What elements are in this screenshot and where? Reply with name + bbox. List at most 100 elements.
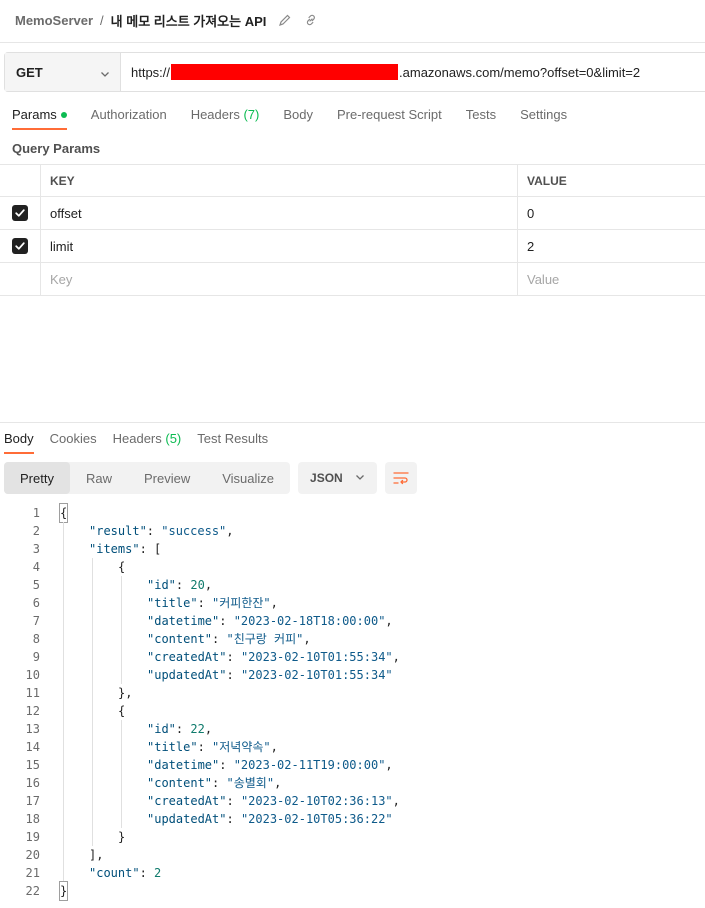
code-line: 9 "createdAt": "2023-02-10T01:55:34", — [0, 648, 705, 666]
indent-guide — [92, 792, 93, 810]
code-token: { — [118, 704, 126, 718]
response-tab-label: Body — [4, 431, 34, 446]
tab-count-badge: (7) — [243, 107, 260, 122]
response-tab-body[interactable]: Body — [4, 428, 34, 454]
params-row: limit 2 — [0, 230, 705, 263]
wrap-lines-icon — [393, 472, 409, 485]
response-tab-label: Headers — [112, 431, 162, 446]
indent-guide — [92, 774, 93, 792]
code-token: } — [60, 884, 68, 898]
code-text: "id": 20, — [147, 576, 212, 594]
param-key-input[interactable]: offset — [41, 197, 518, 229]
code-token: , — [204, 722, 213, 736]
method-select[interactable]: GET — [5, 53, 121, 91]
code-token: "송별회" — [226, 776, 275, 790]
view-mode-raw[interactable]: Raw — [70, 462, 128, 494]
code-text: "result": "success", — [89, 522, 234, 540]
indent-guide — [63, 666, 64, 684]
indent-guide — [121, 792, 122, 810]
indent-guide — [121, 612, 122, 630]
code-token: : — [146, 524, 162, 538]
code-token: : — [139, 866, 155, 880]
line-number: 2 — [32, 524, 40, 538]
code-token: : — [219, 614, 234, 628]
view-mode-visualize[interactable]: Visualize — [206, 462, 290, 494]
breadcrumb-collection[interactable]: MemoServer — [15, 13, 93, 28]
response-tab-label: Test Results — [197, 431, 269, 446]
code-token: : — [226, 794, 241, 808]
indent-guide — [92, 720, 93, 738]
response-tab-label: Cookies — [49, 431, 97, 446]
tab-pre-request-script[interactable]: Pre-request Script — [337, 104, 442, 130]
response-tab-headers[interactable]: Headers (5) — [113, 428, 182, 454]
code-line: 6 "title": "커피한잔", — [0, 594, 705, 612]
indent-guide — [92, 630, 93, 648]
code-token: , — [392, 794, 400, 808]
request-tabs: Params Authorization Headers (7) Body Pre-re… — [0, 104, 591, 130]
tab-authorization[interactable]: Authorization — [91, 104, 167, 130]
code-text: ], — [89, 846, 103, 864]
code-token: "저녁약속" — [212, 740, 271, 754]
pane-divider[interactable] — [0, 422, 705, 423]
code-token: , — [303, 632, 311, 646]
code-token: , — [204, 578, 213, 592]
response-tab-test-results[interactable]: Test Results — [197, 428, 268, 454]
code-text: { — [118, 558, 125, 576]
param-value-input[interactable]: 2 — [518, 230, 705, 262]
response-body-code[interactable]: 1{2 "result": "success", 3 "items": [4{5 "id… — [0, 503, 705, 901]
indent-guide — [63, 774, 64, 792]
url-suffix: .amazonaws.com/memo?offset=0&limit=2 — [399, 64, 641, 80]
code-token: : — [226, 650, 241, 664]
code-line: 13 "id": 22, — [0, 720, 705, 738]
view-mode-pretty[interactable]: Pretty — [4, 462, 70, 494]
line-number: 10 — [25, 668, 40, 682]
format-select[interactable]: JSON — [298, 462, 377, 494]
link-icon[interactable] — [304, 13, 318, 27]
code-token: "result" — [89, 524, 147, 538]
code-token: "datetime" — [147, 614, 220, 628]
query-params-table: KEY VALUE offset 0 limit 2 Key Value — [0, 164, 705, 296]
param-checkbox-cell — [0, 197, 41, 229]
response-tab-cookies[interactable]: Cookies — [50, 428, 97, 454]
code-token: "2023-02-10T05:36:22" — [240, 812, 393, 826]
request-title-bar: MemoServer / 내 메모 리스트 가져오는 API — [0, 0, 705, 40]
indent-guide — [63, 810, 64, 828]
code-token: : — [219, 758, 234, 772]
new-row-checkbox-cell — [0, 263, 41, 295]
code-line: 7 "datetime": "2023-02-18T18:00:00", — [0, 612, 705, 630]
tab-body[interactable]: Body — [283, 104, 313, 130]
wrap-lines-button[interactable] — [384, 462, 417, 494]
line-number: 21 — [25, 866, 40, 880]
tab-headers[interactable]: Headers (7) — [191, 104, 260, 130]
code-text: "content": "친구랑 커피", — [147, 630, 311, 648]
code-token: , — [392, 650, 400, 664]
tab-settings[interactable]: Settings — [520, 104, 567, 130]
new-value-input[interactable]: Value — [518, 263, 705, 295]
code-token: : — [212, 632, 227, 646]
line-number: 9 — [32, 650, 40, 664]
pencil-icon[interactable] — [278, 13, 292, 27]
code-token: "title" — [147, 596, 198, 610]
header-checkbox-cell — [0, 165, 41, 196]
view-mode-group: Pretty Raw Preview Visualize — [4, 462, 291, 494]
code-token: 20 — [190, 578, 205, 592]
indent-guide — [63, 702, 64, 720]
param-value-input[interactable]: 0 — [518, 197, 705, 229]
code-text: "createdAt": "2023-02-10T01:55:34", — [147, 648, 400, 666]
code-token: : — [197, 740, 213, 754]
code-line: 21 "count": 2 — [0, 864, 705, 882]
url-input[interactable]: https:// .amazonaws.com/memo?offset=0&li… — [121, 53, 640, 91]
param-key-input[interactable]: limit — [41, 230, 518, 262]
code-token: { — [60, 506, 68, 520]
code-token: , — [270, 740, 278, 754]
param-checkbox[interactable] — [12, 205, 28, 221]
code-token: , — [274, 776, 282, 790]
new-key-input[interactable]: Key — [41, 263, 518, 295]
code-token: "datetime" — [147, 758, 220, 772]
request-name[interactable]: 내 메모 리스트 가져오는 API — [111, 11, 267, 30]
param-checkbox[interactable] — [12, 238, 28, 254]
tab-tests[interactable]: Tests — [466, 104, 496, 130]
tab-params[interactable]: Params — [12, 104, 67, 130]
view-mode-preview[interactable]: Preview — [128, 462, 206, 494]
indent-guide — [63, 648, 64, 666]
